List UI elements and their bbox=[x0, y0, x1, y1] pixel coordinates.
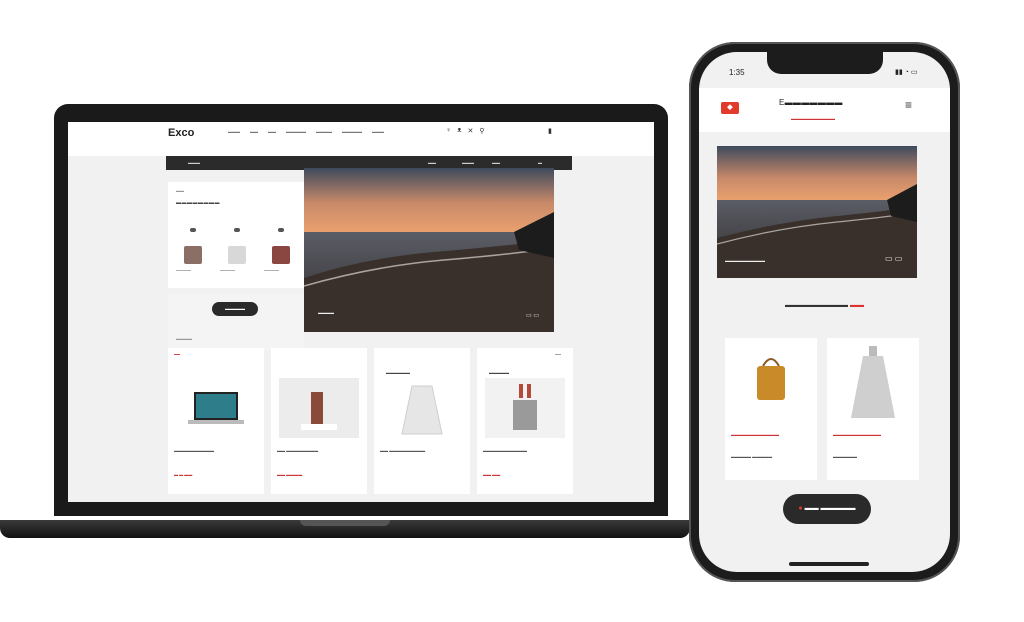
phone-hero-image[interactable]: ▬▬▬▬▬▬▬▬▬▬ ▭ ▭ bbox=[717, 146, 917, 278]
product-name: ▬▬ ▬▬▬▬▬▬▬▬▬ bbox=[380, 448, 426, 453]
desktop-logo[interactable]: Exco bbox=[168, 127, 194, 139]
desktop-hero-image[interactable]: ▬▬▬▬ ▭ ▭ bbox=[304, 168, 554, 332]
product-price: ▬▬ ▬▬▬▬ bbox=[277, 472, 303, 477]
product-price: ▬▬▬▬▬▬ bbox=[833, 454, 857, 459]
phone-frame: 1:35 ▮▮ ◔ ▭ ◆ E▬▬▬▬▬▬▬ ▬▬▬▬▬▬▬▬▬▬▬ ≡ ▬▬▬… bbox=[689, 42, 960, 582]
product-name: ▬▬▬▬▬▬▬▬▬▬▬▬ bbox=[833, 432, 881, 437]
cart-icon: ● bbox=[798, 505, 803, 512]
thumb-indicator bbox=[234, 228, 240, 232]
thumb-product-image bbox=[272, 246, 290, 264]
section-accent: ▬▬ bbox=[849, 302, 864, 309]
featured-cta-panel: ▬▬▬▬▬ ▬▬▬▬ bbox=[168, 294, 304, 350]
category-bar-item[interactable]: ▬ bbox=[538, 160, 542, 165]
thumb-product-image bbox=[184, 246, 202, 264]
hero-caption: ▬▬▬▬ bbox=[318, 310, 334, 315]
product-price: ▬ ▬ ▬▬ bbox=[174, 472, 193, 477]
product-name: ▬▬▬▬▬▬▬▬▬▬▬▬ bbox=[731, 432, 779, 437]
product-image-dress bbox=[851, 346, 895, 418]
beach-sunset-image bbox=[304, 168, 554, 332]
featured-small-label: ▬▬ bbox=[176, 188, 184, 193]
product-card[interactable]: ▬▬▬▬▬▬ ▬▬ ▬▬▬▬▬▬▬▬▬ bbox=[374, 348, 470, 494]
phone-header: ◆ E▬▬▬▬▬▬▬ ▬▬▬▬▬▬▬▬▬▬▬ ≡ bbox=[699, 88, 950, 132]
nav-item[interactable]: ▬▬▬ bbox=[228, 129, 240, 134]
phone-screen: 1:35 ▮▮ ◔ ▭ ◆ E▬▬▬▬▬▬▬ ▬▬▬▬▬▬▬▬▬▬▬ ≡ ▬▬▬… bbox=[699, 52, 950, 572]
product-image-bottle bbox=[279, 378, 359, 438]
thumb-indicator bbox=[278, 228, 284, 232]
cart-icon[interactable]: ▮ bbox=[548, 127, 552, 135]
brand-logo-icon[interactable]: ◆ bbox=[721, 102, 739, 114]
hero-controls-icon[interactable]: ▭ ▭ bbox=[885, 254, 902, 263]
product-image-coat bbox=[401, 385, 443, 435]
product-image-bag bbox=[757, 358, 785, 400]
product-image-set bbox=[485, 378, 565, 438]
laptop-hinge bbox=[300, 520, 390, 526]
nav-item[interactable]: ▬▬▬▬▬ bbox=[342, 129, 362, 134]
search-icon[interactable]: ⚲ bbox=[479, 127, 484, 135]
hero-controls-icon[interactable]: ▭ ▭ bbox=[526, 312, 539, 319]
product-card[interactable]: ▬▬ ▬▬▬▬▬ ▬▬▬▬▬▬▬▬▬▬▬ ▬▬ ▬▬ bbox=[477, 348, 573, 494]
featured-thumb[interactable]: ▬▬▬▬▬ bbox=[262, 228, 300, 276]
nav-item[interactable]: ▬▬▬ bbox=[372, 129, 384, 134]
featured-thumbs: ▬▬▬▬▬ ▬▬▬▬▬ ▬▬▬▬▬ bbox=[174, 228, 300, 276]
desktop-product-grid: ▬▬ ▬▬▬▬▬▬▬▬▬▬ ▬ ▬ ▬▬ ▬▬ ▬▬▬▬▬▬▬▬ ▬▬ ▬▬▬▬… bbox=[168, 348, 573, 494]
close-icon[interactable]: ✕ bbox=[468, 127, 474, 135]
product-tag: ▬▬ bbox=[174, 352, 180, 356]
status-time: 1:35 bbox=[729, 68, 745, 77]
featured-panel: ▬▬ ▬▬▬▬▬▬▬▬ ▬▬▬▬▬ ▬▬▬▬▬ ▬▬▬▬▬ bbox=[168, 182, 304, 288]
thumb-caption: ▬▬▬▬▬ bbox=[264, 268, 279, 272]
section-heading: ▬▬▬▬▬▬▬▬▬ ▬▬ bbox=[699, 288, 950, 324]
thumb-caption: ▬▬▬▬▬ bbox=[176, 268, 191, 272]
phone-subtitle: ▬▬▬▬▬▬▬▬▬▬▬ bbox=[791, 116, 835, 121]
cta-label: ▬▬ ▬▬▬▬▬ bbox=[804, 505, 856, 512]
product-card[interactable]: ▬▬▬▬▬▬▬▬▬▬▬▬ ▬▬▬▬▬ ▬▬▬▬▬ bbox=[725, 338, 817, 480]
category-bar-item[interactable]: ▬▬▬ bbox=[462, 160, 474, 165]
product-name: ▬▬ ▬▬▬▬▬▬▬▬ bbox=[277, 448, 319, 453]
thumb-indicator bbox=[190, 228, 196, 232]
product-tag: ▬▬ bbox=[555, 352, 561, 356]
phone-cta-button[interactable]: ● ▬▬ ▬▬▬▬▬ bbox=[783, 494, 871, 524]
product-card[interactable]: ▬▬▬▬▬▬▬▬▬▬▬▬ ▬▬▬▬▬▬ bbox=[827, 338, 919, 480]
desktop-nav: ▬▬▬ ▬▬ ▬▬ ▬▬▬▬▬ ▬▬▬▬ ▬▬▬▬▬ ▬▬▬ bbox=[228, 129, 384, 134]
phone-product-grid: ▬▬▬▬▬▬▬▬▬▬▬▬ ▬▬▬▬▬ ▬▬▬▬▬ ▬▬▬▬▬▬▬▬▬▬▬▬ ▬▬… bbox=[725, 338, 919, 480]
phone-notch bbox=[767, 52, 883, 74]
featured-footer: ▬▬▬▬ bbox=[176, 336, 192, 341]
featured-thumb[interactable]: ▬▬▬▬▬ bbox=[218, 228, 256, 276]
product-label: ▬▬▬▬▬ bbox=[489, 370, 509, 375]
shop-now-button[interactable]: ▬▬▬▬▬ bbox=[212, 302, 258, 316]
phone-title: E▬▬▬▬▬▬▬ bbox=[779, 98, 843, 107]
wishlist-icon[interactable]: ᴥ bbox=[457, 127, 461, 135]
category-bar-item[interactable]: ▬▬ bbox=[428, 160, 436, 165]
featured-thumb[interactable]: ▬▬▬▬▬ bbox=[174, 228, 212, 276]
section-title: ▬▬▬▬▬▬▬▬▬ bbox=[785, 302, 849, 309]
product-image-laptop bbox=[188, 392, 244, 424]
nav-item[interactable]: ▬▬ bbox=[250, 129, 258, 134]
home-indicator[interactable] bbox=[789, 562, 869, 566]
nav-item[interactable]: ▬▬ bbox=[268, 129, 276, 134]
status-icons: ▮▮ ◔ ▭ bbox=[895, 69, 918, 76]
user-icon[interactable]: ♀ bbox=[446, 127, 451, 135]
hero-caption: ▬▬▬▬▬▬▬▬▬▬ bbox=[725, 258, 765, 263]
product-name: ▬▬▬▬▬▬▬▬▬▬▬ bbox=[483, 448, 527, 453]
product-price: ▬▬▬▬▬ ▬▬▬▬▬ bbox=[731, 454, 773, 459]
thumb-caption: ▬▬▬▬▬ bbox=[220, 268, 235, 272]
header-icons: ♀ ᴥ ✕ ⚲ bbox=[446, 127, 485, 135]
laptop-screen: Exco ▬▬▬ ▬▬ ▬▬ ▬▬▬▬▬ ▬▬▬▬ ▬▬▬▬▬ ▬▬▬ ♀ ᴥ … bbox=[68, 122, 654, 502]
product-card[interactable]: ▬▬ ▬▬▬▬▬▬▬▬▬▬ ▬ ▬ ▬▬ bbox=[168, 348, 264, 494]
nav-item[interactable]: ▬▬▬▬ bbox=[316, 129, 332, 134]
device-mockup-scene: Exco ▬▬▬ ▬▬ ▬▬ ▬▬▬▬▬ ▬▬▬▬ ▬▬▬▬▬ ▬▬▬ ♀ ᴥ … bbox=[0, 0, 1024, 622]
laptop-frame: Exco ▬▬▬ ▬▬ ▬▬ ▬▬▬▬▬ ▬▬▬▬ ▬▬▬▬▬ ▬▬▬ ♀ ᴥ … bbox=[54, 104, 668, 516]
featured-title: ▬▬▬▬▬▬▬▬ bbox=[176, 200, 220, 206]
nav-item[interactable]: ▬▬▬▬▬ bbox=[286, 129, 306, 134]
category-bar-item[interactable]: ▬▬ bbox=[492, 160, 500, 165]
product-price: ▬▬ ▬▬ bbox=[483, 472, 501, 477]
category-bar-label[interactable]: ▬▬▬ bbox=[188, 160, 200, 165]
product-label: ▬▬▬▬▬▬ bbox=[386, 370, 410, 375]
desktop-header: Exco ▬▬▬ ▬▬ ▬▬ ▬▬▬▬▬ ▬▬▬▬ ▬▬▬▬▬ ▬▬▬ ♀ ᴥ … bbox=[68, 122, 654, 156]
product-card[interactable]: ▬▬ ▬▬▬▬▬▬▬▬ ▬▬ ▬▬▬▬ bbox=[271, 348, 367, 494]
thumb-product-image bbox=[228, 246, 246, 264]
menu-icon[interactable]: ≡ bbox=[905, 98, 912, 112]
product-name: ▬▬▬▬▬▬▬▬▬▬ bbox=[174, 448, 214, 453]
